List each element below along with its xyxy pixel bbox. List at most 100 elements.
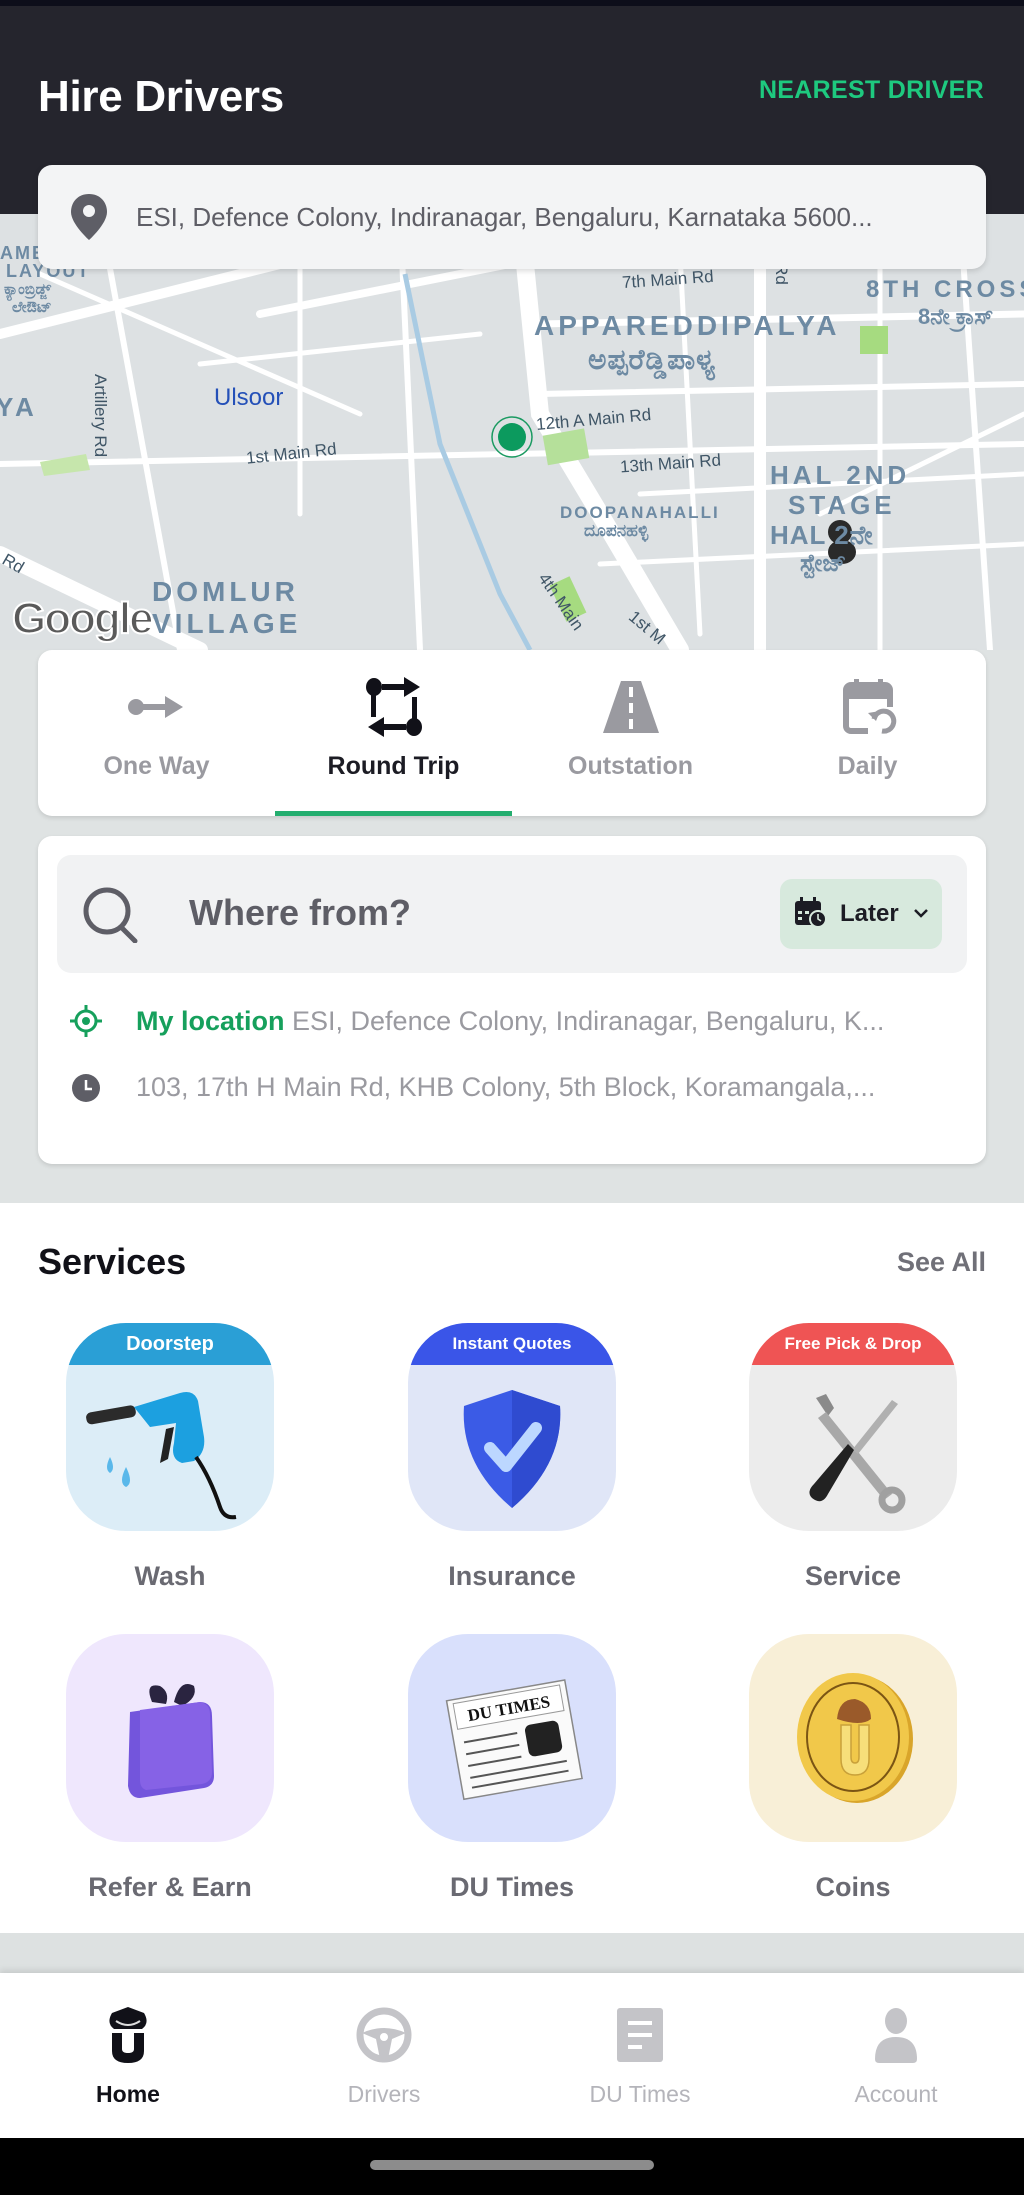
service-label: Coins — [815, 1872, 891, 1902]
newspaper-icon: DU TIMES — [445, 1679, 583, 1801]
nav-drivers[interactable]: Drivers — [256, 1973, 512, 2138]
nearest-driver-button[interactable]: NEAREST DRIVER — [759, 76, 984, 105]
map-label-ulsoor: Ulsoor — [214, 384, 284, 411]
calendar-repeat-icon — [837, 676, 899, 738]
services-title: Services — [38, 1241, 187, 1282]
tab-round-trip[interactable]: Round Trip — [275, 650, 512, 816]
map-label: 8TH CROSS — [866, 276, 1024, 303]
road-icon — [600, 676, 662, 738]
tab-daily[interactable]: Daily — [749, 650, 986, 816]
home-gesture-handle[interactable] — [370, 2160, 654, 2170]
map-label: DOOPANAHALLI — [560, 503, 720, 522]
road-label: Artillery Rd — [91, 374, 110, 458]
see-all-services-link[interactable]: See All — [897, 1247, 986, 1278]
nav-label: Drivers — [347, 2081, 421, 2107]
recent-location-my-location[interactable]: My location ESI, Defence Colony, Indiran… — [66, 1004, 956, 1038]
round-trip-icon — [363, 676, 425, 738]
service-tile — [749, 1634, 957, 1842]
where-from-input[interactable]: Where from? Later — [57, 855, 967, 973]
map-label: YA — [0, 392, 38, 422]
service-car-service[interactable]: Free Pick & Drop Service — [749, 1323, 957, 1592]
service-insurance[interactable]: Instant Quotes Insurance — [408, 1323, 616, 1592]
schedule-later-dropdown[interactable]: Later — [780, 879, 942, 949]
section-divider — [0, 1933, 1024, 1973]
location-pin-icon — [66, 192, 112, 242]
service-coins[interactable]: Coins — [749, 1634, 957, 1903]
home-driver-icon — [106, 2007, 150, 2063]
recent-location-text: My location ESI, Defence Colony, Indiran… — [136, 1006, 956, 1037]
where-from-placeholder: Where from? — [189, 892, 412, 933]
service-label: Wash — [134, 1561, 206, 1591]
tab-label: Round Trip — [327, 752, 460, 780]
map-label: APPAREDDIPALYA — [534, 310, 841, 341]
nav-account[interactable]: Account — [768, 1973, 1024, 2138]
pickup-marker — [498, 423, 526, 451]
map-label: ದೂಪನಹಳ್ಳಿ — [584, 521, 649, 540]
tab-label: Outstation — [568, 752, 693, 780]
page-title: Hire Drivers — [38, 72, 284, 121]
map-label: STAGE — [788, 490, 896, 520]
later-label: Later — [840, 900, 899, 927]
map-label: ಅಪ್ಪರೆಡ್ಡಿಪಾಳ್ಯ — [588, 344, 717, 375]
person-icon — [873, 2007, 919, 2063]
map-label: HAL 2ನೇ — [770, 520, 874, 550]
my-location-label: My location — [136, 1005, 285, 1036]
nav-du-times[interactable]: DU Times — [512, 1973, 768, 2138]
service-refer-earn[interactable]: Refer & Earn — [66, 1634, 274, 1903]
coin-icon — [797, 1673, 913, 1803]
trip-type-tabs: One Way Round Trip Outstation Daily — [38, 650, 986, 816]
one-way-arrow-icon — [126, 676, 188, 738]
search-card: Where from? Later My location ESI, Defen… — [38, 836, 986, 1164]
search-icon — [81, 887, 141, 948]
service-tag: Instant Quotes — [408, 1323, 616, 1365]
service-tile — [66, 1634, 274, 1842]
nav-label: Home — [96, 2081, 160, 2107]
current-address-text: ESI, Defence Colony, Indiranagar, Bengal… — [136, 201, 873, 232]
service-tag: Doorstep — [66, 1323, 274, 1365]
gift-icon — [128, 1684, 214, 1798]
map-label: ಲೇಔಟ್ — [12, 299, 52, 316]
pressure-washer-icon — [86, 1392, 237, 1520]
tab-label: Daily — [837, 752, 898, 780]
shield-check-icon — [463, 1390, 561, 1508]
steering-wheel-icon — [356, 2007, 412, 2063]
gps-target-icon — [66, 1004, 106, 1038]
chevron-down-icon — [913, 905, 929, 923]
map-label: VILLAGE — [152, 608, 302, 639]
recent-location-history[interactable]: 103, 17th H Main Rd, KHB Colony, 5th Blo… — [66, 1072, 956, 1103]
service-tile: Instant Quotes — [408, 1323, 616, 1531]
recent-location-address: 103, 17th H Main Rd, KHB Colony, 5th Blo… — [136, 1072, 876, 1102]
system-gesture-bar — [0, 2138, 1024, 2195]
tab-label: One Way — [103, 752, 210, 780]
service-tile: DU TIMES — [408, 1634, 616, 1842]
nav-label: Account — [854, 2081, 938, 2107]
nav-label: DU Times — [589, 2081, 691, 2107]
google-attribution-logo: Google — [11, 593, 155, 644]
clock-icon — [66, 1073, 106, 1103]
service-label: Service — [804, 1561, 902, 1591]
map-label: 8ನೇ ಕ್ರಾಸ್ — [918, 304, 994, 329]
bottom-navigation: Home Drivers DU Times Account — [0, 1973, 1024, 2138]
current-address-bar[interactable]: ESI, Defence Colony, Indiranagar, Bengal… — [38, 165, 986, 269]
map-label: ಸ್ಟೇಜ್ — [800, 550, 847, 577]
service-du-times[interactable]: DU TIMES DU Times — [408, 1634, 616, 1903]
service-tag: Free Pick & Drop — [749, 1323, 957, 1365]
service-label: DU Times — [449, 1872, 575, 1902]
services-section: Services See All Doorstep Wash Instant Q… — [0, 1203, 1024, 1933]
tools-icon — [809, 1394, 906, 1514]
service-label: Refer & Earn — [88, 1872, 252, 1902]
map-label: ಕ್ಯಾಂಬ್ರಿಡ್ಜ್ — [4, 281, 51, 298]
map-label: HAL 2ND — [770, 460, 911, 490]
my-location-address: ESI, Defence Colony, Indiranagar, Bengal… — [284, 1005, 885, 1036]
service-wash[interactable]: Doorstep Wash — [66, 1323, 274, 1592]
service-label: Insurance — [448, 1561, 576, 1591]
map-label: DOMLUR — [152, 576, 299, 607]
service-tile: Doorstep — [66, 1323, 274, 1531]
map-view[interactable]: APPAREDDIPALYA ಅಪ್ಪರೆಡ್ಡಿಪಾಳ್ಯ 8TH CROSS… — [0, 214, 1024, 650]
calendar-clock-icon — [794, 896, 827, 932]
service-tile: Free Pick & Drop — [749, 1323, 957, 1531]
tab-one-way[interactable]: One Way — [38, 650, 275, 816]
tab-outstation[interactable]: Outstation — [512, 650, 749, 816]
document-icon — [616, 2007, 664, 2063]
nav-home[interactable]: Home — [0, 1973, 256, 2138]
